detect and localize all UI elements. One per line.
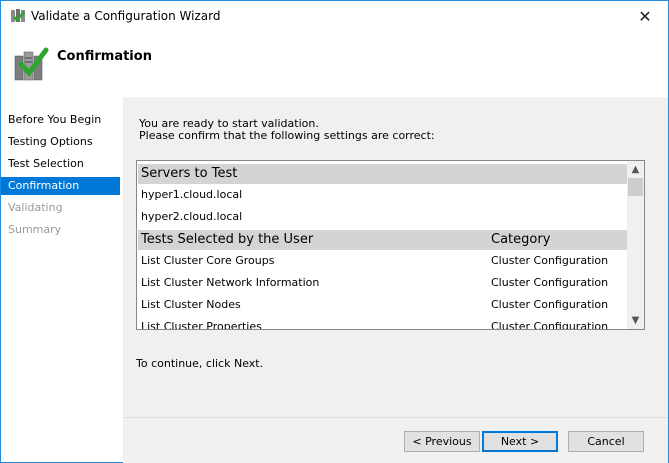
test-name: List Cluster Properties: [141, 320, 262, 329]
button-bar: < Previous Next > Cancel: [123, 417, 668, 463]
continue-hint: To continue, click Next.: [136, 357, 264, 370]
test-category: Cluster Configuration: [491, 254, 609, 267]
test-row[interactable]: List Cluster Core Groups Cluster Configu…: [141, 250, 627, 272]
servers-header-label: Servers to Test: [141, 166, 238, 181]
test-category: Cluster Configuration: [491, 276, 609, 289]
test-name: List Cluster Network Information: [141, 276, 320, 289]
step-test-selection[interactable]: Test Selection: [1, 155, 120, 173]
main-content: You are ready to start validation. Pleas…: [123, 97, 668, 417]
wizard-steps-sidebar: Before You Begin Testing Options Test Se…: [1, 97, 123, 462]
test-category: Cluster Configuration: [491, 298, 609, 311]
test-name: List Cluster Core Groups: [141, 254, 275, 267]
step-confirmation[interactable]: Confirmation: [1, 177, 120, 195]
scrollbar-thumb[interactable]: [628, 178, 643, 196]
scroll-down-icon[interactable]: ▼: [627, 312, 644, 329]
settings-list-content: Servers to Test hyper1.cloud.local hyper…: [137, 161, 627, 329]
step-before-you-begin[interactable]: Before You Begin: [1, 111, 120, 129]
test-row[interactable]: List Cluster Nodes Cluster Configuration: [141, 294, 627, 316]
servers-group-header: Servers to Test: [138, 164, 627, 184]
close-icon[interactable]: ✕: [622, 1, 668, 32]
scroll-up-icon[interactable]: ▲: [627, 161, 644, 178]
previous-button[interactable]: < Previous: [404, 431, 480, 452]
server-row[interactable]: hyper2.cloud.local: [141, 206, 627, 228]
cancel-button[interactable]: Cancel: [568, 431, 644, 452]
settings-list[interactable]: Servers to Test hyper1.cloud.local hyper…: [136, 160, 645, 330]
vertical-scrollbar[interactable]: ▲ ▼: [627, 161, 644, 329]
title-bar[interactable]: Validate a Configuration Wizard ✕: [1, 1, 668, 32]
test-row[interactable]: List Cluster Network Information Cluster…: [141, 272, 627, 294]
server-checkmark-icon: [14, 47, 49, 81]
server-row[interactable]: hyper1.cloud.local: [141, 184, 627, 206]
wizard-window: Validate a Configuration Wizard ✕ Confir…: [0, 0, 669, 463]
step-validating: Validating: [8, 201, 63, 214]
tests-group-header: Tests Selected by the User Category: [138, 230, 627, 250]
page-heading: Confirmation: [57, 49, 152, 64]
window-title: Validate a Configuration Wizard: [31, 9, 221, 23]
next-button[interactable]: Next >: [482, 431, 558, 452]
cluster-wizard-icon: [11, 9, 25, 22]
intro-text-confirm: Please confirm that the following settin…: [139, 129, 435, 142]
category-header-label: Category: [491, 232, 551, 247]
test-row[interactable]: List Cluster Properties Cluster Configur…: [141, 316, 627, 329]
tests-header-label: Tests Selected by the User: [141, 232, 314, 247]
test-category: Cluster Configuration: [491, 320, 609, 329]
step-summary: Summary: [8, 223, 62, 236]
wizard-header: Confirmation: [1, 32, 668, 97]
test-name: List Cluster Nodes: [141, 298, 241, 311]
step-testing-options[interactable]: Testing Options: [1, 133, 120, 151]
